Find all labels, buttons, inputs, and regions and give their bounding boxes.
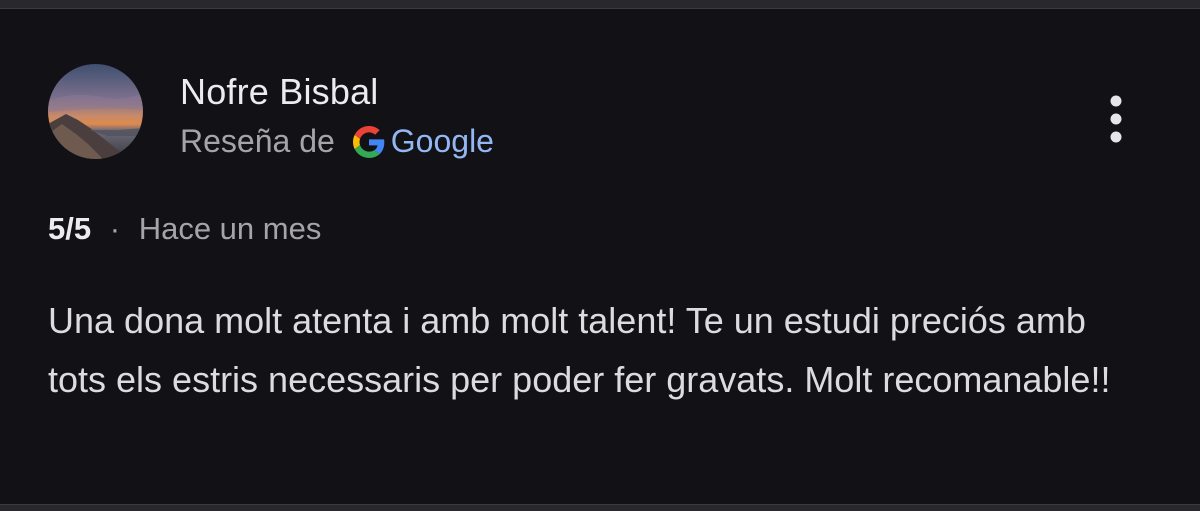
author-name[interactable]: Nofre Bisbal <box>180 71 378 113</box>
google-brand-label[interactable]: Google <box>391 123 494 160</box>
avatar-image <box>48 64 143 159</box>
review-source: Reseña de Google <box>180 123 494 160</box>
review-text: Una dona molt atenta i amb molt talent! … <box>48 300 1111 400</box>
review-frame: Nofre Bisbal Reseña de Google 5/5 · Hace… <box>0 0 1200 511</box>
google-g-icon <box>352 125 385 158</box>
review-card: Nofre Bisbal Reseña de Google 5/5 · Hace… <box>0 8 1200 505</box>
review-time: Hace un mes <box>138 211 322 246</box>
rating-separator: · <box>109 211 121 246</box>
source-prefix: Reseña de <box>180 123 335 159</box>
rating-line: 5/5 · Hace un mes <box>48 211 321 247</box>
more-options-button[interactable] <box>1096 91 1136 147</box>
avatar[interactable] <box>48 64 143 159</box>
more-vertical-icon <box>1110 95 1122 143</box>
rating-score: 5/5 <box>48 211 92 246</box>
